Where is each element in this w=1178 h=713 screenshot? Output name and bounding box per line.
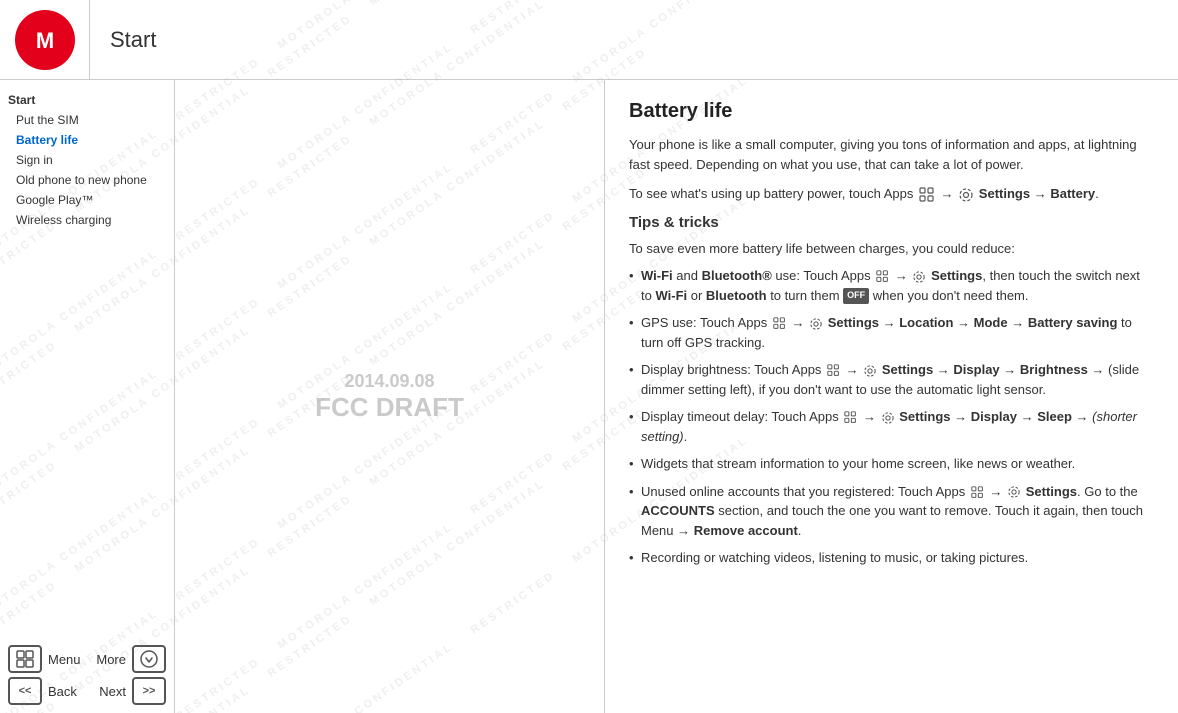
menu-label: Menu bbox=[48, 652, 81, 667]
draft-label: FCC DRAFT bbox=[315, 392, 464, 423]
tip-item-3: Display brightness: Touch Apps → Setting… bbox=[629, 360, 1154, 399]
next-button[interactable]: Next >> bbox=[99, 677, 166, 705]
back-button[interactable]: << Back bbox=[8, 677, 77, 705]
menu-button[interactable]: Menu bbox=[8, 645, 81, 673]
menu-more-row: Menu More bbox=[8, 645, 166, 673]
grid-icon bbox=[15, 649, 35, 669]
menu-icon bbox=[8, 645, 42, 673]
tip-item-2: GPS use: Touch Apps → Settings → Locatio… bbox=[629, 313, 1154, 352]
draft-stamp: 2014.09.08 FCC DRAFT bbox=[315, 371, 464, 423]
tips-list: Wi-Fi and Bluetooth® use: Touch Apps → S… bbox=[629, 266, 1154, 568]
center-draft-area: 2014.09.08 FCC DRAFT bbox=[175, 80, 605, 713]
logo-area: M bbox=[0, 0, 90, 79]
next-label: Next bbox=[99, 684, 126, 699]
apps-icon-tip4 bbox=[844, 411, 857, 424]
back-icon: << bbox=[8, 677, 42, 705]
tips-intro: To save even more battery life between c… bbox=[629, 239, 1154, 259]
sidebar-item-sign-in[interactable]: Sign in bbox=[0, 150, 174, 170]
battery-section-title: Battery life bbox=[629, 100, 1154, 123]
motorola-m-icon: M bbox=[25, 20, 65, 60]
tip-1-text: Wi-Fi and Bluetooth® use: Touch Apps → S… bbox=[641, 268, 1140, 303]
apps-icon-tip1 bbox=[876, 270, 889, 283]
tip-item-7: Recording or watching videos, listening … bbox=[629, 548, 1154, 568]
page-title: Start bbox=[90, 27, 156, 53]
sidebar: Start Put the SIM Battery life Sign in O… bbox=[0, 80, 175, 713]
svg-text:M: M bbox=[35, 28, 53, 53]
settings-icon-tip4 bbox=[882, 412, 894, 424]
sidebar-item-old-phone[interactable]: Old phone to new phone bbox=[0, 170, 174, 190]
settings-icon-tip3 bbox=[864, 365, 876, 377]
off-badge: OFF bbox=[843, 288, 869, 304]
apps-icon-tip2 bbox=[773, 317, 786, 330]
circle-down-icon bbox=[139, 649, 159, 669]
settings-icon-tip2 bbox=[810, 318, 822, 330]
draft-date: 2014.09.08 bbox=[315, 371, 464, 392]
battery-intro2: To see what's using up battery power, to… bbox=[629, 184, 1154, 204]
settings-icon-tip1 bbox=[913, 271, 925, 283]
apps-icon-tip3 bbox=[827, 364, 840, 377]
sidebar-item-google-play[interactable]: Google Play™ bbox=[0, 190, 174, 210]
sidebar-item-put-sim[interactable]: Put the SIM bbox=[0, 110, 174, 130]
right-content: Battery life Your phone is like a small … bbox=[605, 80, 1178, 713]
tips-title: Tips & tricks bbox=[629, 214, 1154, 231]
tip-item-6: Unused online accounts that you register… bbox=[629, 482, 1154, 541]
more-icon bbox=[132, 645, 166, 673]
header: M Start bbox=[0, 0, 1178, 80]
sidebar-nav: Start Put the SIM Battery life Sign in O… bbox=[0, 80, 174, 240]
tip-item-1: Wi-Fi and Bluetooth® use: Touch Apps → S… bbox=[629, 266, 1154, 305]
back-label: Back bbox=[48, 684, 77, 699]
more-button[interactable]: More bbox=[96, 645, 166, 673]
back-next-row: << Back Next >> bbox=[8, 677, 166, 705]
apps-icon-tip6 bbox=[971, 486, 984, 499]
battery-intro1: Your phone is like a small computer, giv… bbox=[629, 135, 1154, 174]
sidebar-item-battery-life[interactable]: Battery life bbox=[0, 130, 174, 150]
main-layout: Start Put the SIM Battery life Sign in O… bbox=[0, 80, 1178, 713]
more-label: More bbox=[96, 652, 126, 667]
settings-icon-tip6 bbox=[1008, 486, 1020, 498]
sidebar-item-start[interactable]: Start bbox=[0, 90, 174, 110]
settings-icon-inline bbox=[959, 188, 973, 202]
motorola-logo: M bbox=[15, 10, 75, 70]
tip-item-4: Display timeout delay: Touch Apps → Sett… bbox=[629, 407, 1154, 446]
apps-icon-inline bbox=[919, 187, 935, 203]
sidebar-bottom: Menu More << bbox=[0, 637, 174, 713]
next-icon: >> bbox=[132, 677, 166, 705]
tip-item-5: Widgets that stream information to your … bbox=[629, 454, 1154, 474]
sidebar-item-wireless-charging[interactable]: Wireless charging bbox=[0, 210, 174, 230]
